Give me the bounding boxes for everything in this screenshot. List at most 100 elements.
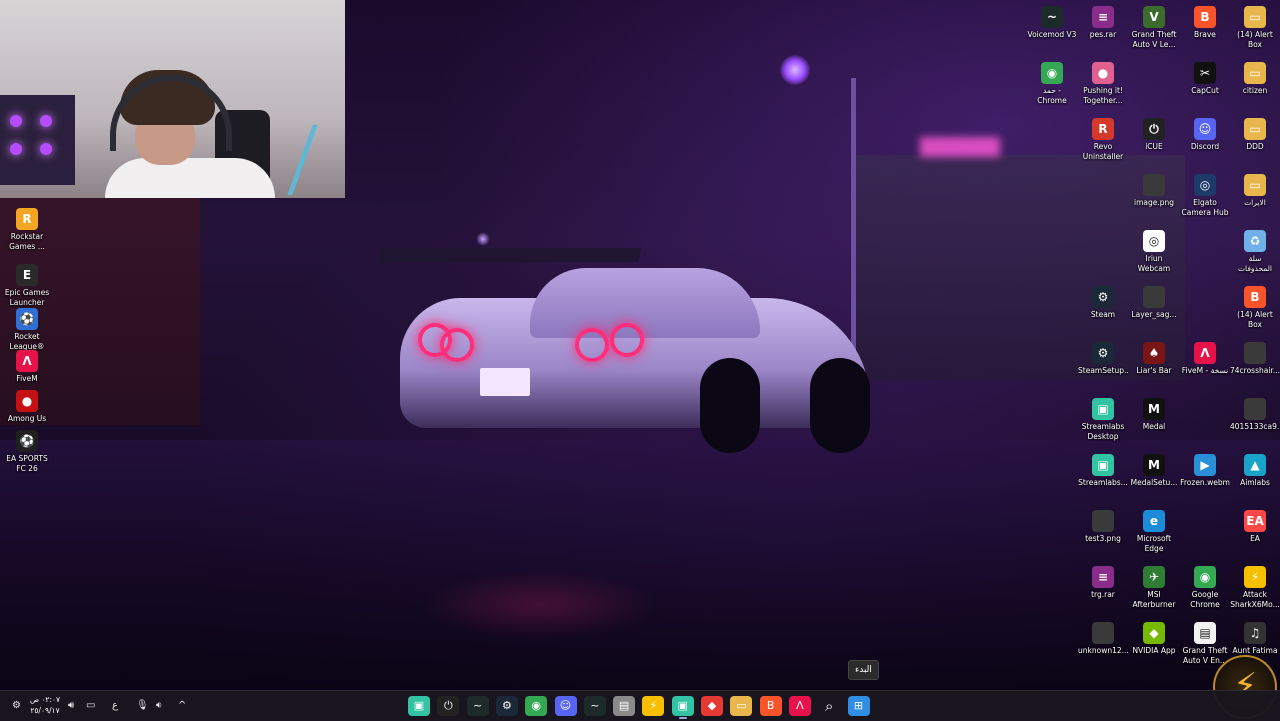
steam-icon[interactable]: ⚙ bbox=[495, 696, 518, 716]
attack-shark-icon: ⚡ bbox=[1244, 566, 1266, 588]
desktop-icon[interactable]: ▣ Streamlabs... bbox=[1078, 454, 1128, 488]
speaker-icon[interactable]: 🔉︎ bbox=[156, 698, 162, 714]
desktop-icon[interactable]: 74crosshair... bbox=[1230, 342, 1280, 376]
desktop-icon-label: Revo Uninstaller bbox=[1082, 142, 1124, 161]
desktop-icon[interactable]: R Rockstar Games ... bbox=[2, 208, 52, 252]
brave-icon[interactable]: B bbox=[759, 696, 782, 716]
show-hidden-icons-chevron-icon[interactable]: ^ bbox=[178, 698, 186, 714]
file-icon bbox=[1244, 342, 1266, 364]
desktop-icon[interactable]: image.png bbox=[1129, 174, 1179, 208]
windows-start-icon[interactable]: ⊞ bbox=[847, 696, 870, 716]
desktop-icon[interactable]: test3.png bbox=[1078, 510, 1128, 544]
desktop-icon[interactable]: V Grand Theft Auto V Le... bbox=[1129, 6, 1179, 50]
desktop-icon[interactable]: ⏻ iCUE bbox=[1129, 118, 1179, 152]
steam-icon: ⚙ bbox=[1092, 286, 1114, 308]
attack-shark-icon[interactable]: ⚡ bbox=[642, 696, 665, 716]
network-icon[interactable]: ▭ bbox=[86, 698, 95, 714]
language-indicator[interactable]: ع bbox=[112, 698, 118, 714]
desktop-icon[interactable]: ▶ Frozen.webm bbox=[1180, 454, 1230, 488]
fivem-icon[interactable]: Λ bbox=[788, 696, 811, 716]
file-icon bbox=[1092, 622, 1114, 644]
streamlabs-icon[interactable]: ▣ bbox=[671, 696, 694, 719]
desktop-icon[interactable]: ⚽ EA SPORTS FC 26 bbox=[2, 430, 52, 474]
desktop-icon-label: Grand Theft Auto V Le... bbox=[1131, 30, 1177, 49]
discord-icon[interactable]: ☺ bbox=[554, 696, 577, 716]
desktop-icon[interactable]: R Revo Uninstaller bbox=[1078, 118, 1128, 162]
desktop-icon[interactable]: ▣ Streamlabs Desktop bbox=[1078, 398, 1128, 442]
desktop-icon[interactable]: B Brave bbox=[1180, 6, 1230, 40]
search-icon[interactable]: ⌕ bbox=[818, 696, 840, 716]
desktop-icon-label: Medal bbox=[1142, 422, 1166, 431]
red-app-icon[interactable]: ◆ bbox=[701, 696, 723, 716]
desktop-icon[interactable]: ≡ pes.rar bbox=[1078, 6, 1128, 40]
desktop-icon-label: Aimlabs bbox=[1240, 478, 1270, 487]
desktop-icon[interactable]: ▤ Grand Theft Auto V En... bbox=[1180, 622, 1230, 666]
desktop-icon[interactable]: B (14) Alert Box _ Streamlab... bbox=[1230, 286, 1280, 330]
settings-gear-icon[interactable]: ⚙ bbox=[12, 698, 21, 714]
desktop-icon-label: Discord bbox=[1190, 142, 1220, 151]
desktop-icon-label: Elgato Camera Hub bbox=[1181, 198, 1229, 217]
aimlabs-icon: ▲ bbox=[1244, 454, 1266, 476]
icue-icon[interactable]: ⏻ bbox=[437, 696, 460, 716]
desktop-icon[interactable]: Λ FiveM - نسخة bbox=[1180, 342, 1230, 376]
liars-bar-icon: ♠ bbox=[1143, 342, 1165, 364]
voicemod-icon[interactable]: ~ bbox=[466, 696, 489, 716]
start-tooltip: البدء bbox=[848, 660, 879, 680]
desktop-icon[interactable]: EA EA bbox=[1230, 510, 1280, 544]
desktop-icon[interactable]: ☺ Discord bbox=[1180, 118, 1230, 152]
microphone-icon[interactable]: 🎙︎ bbox=[136, 698, 149, 714]
desktop-icon[interactable]: E Epic Games Launcher bbox=[2, 264, 52, 308]
wallpaper-car bbox=[378, 248, 870, 458]
desktop-icon[interactable]: ◆ NVIDIA App bbox=[1129, 622, 1179, 656]
notepad-icon[interactable]: ▤ bbox=[613, 696, 636, 716]
desktop-icon-label: EA SPORTS FC 26 bbox=[6, 454, 48, 473]
volume-icon[interactable]: 🔊︎ bbox=[68, 698, 74, 714]
desktop-icon[interactable]: ◎ Iriun Webcam bbox=[1129, 230, 1179, 274]
desktop-icon[interactable]: ⚽ Rocket League® bbox=[2, 308, 52, 352]
desktop-icon[interactable]: ✈ MSI Afterburner bbox=[1129, 566, 1179, 610]
desktop-icon[interactable]: ⚙ SteamSetup... bbox=[1078, 342, 1128, 376]
desktop-icon[interactable]: ▭ DDD bbox=[1230, 118, 1280, 152]
webcam-rgb-pc bbox=[0, 95, 75, 185]
desktop-icon[interactable]: ⚙ Steam bbox=[1078, 286, 1128, 320]
desktop-icon[interactable]: ● Pushing it! Together... bbox=[1078, 62, 1128, 106]
desktop-icon-label: Pushing it! Together... bbox=[1083, 86, 1123, 105]
streamlabs-icon[interactable]: ▣ bbox=[408, 696, 430, 716]
desktop-icon[interactable]: ◎ Elgato Camera Hub bbox=[1180, 174, 1230, 218]
desktop-icon[interactable]: ● Among Us bbox=[2, 390, 52, 424]
desktop-icon[interactable]: ◉ Google Chrome bbox=[1180, 566, 1230, 610]
desktop-icon[interactable]: ◉ حمد - Chrome bbox=[1027, 62, 1077, 106]
desktop-icon[interactable]: M Medal bbox=[1129, 398, 1179, 432]
taskbar-clock[interactable]: ٠٢:٠٧ ص ٢٥/٠٩/١٧ bbox=[28, 694, 62, 716]
desktop-icon-label: SteamSetup... bbox=[1078, 366, 1128, 375]
desktop-icon-label: Iriun Webcam bbox=[1137, 254, 1171, 273]
desktop-icon[interactable]: unknown12... bbox=[1078, 622, 1128, 656]
desktop-icon[interactable]: ▭ citizen bbox=[1230, 62, 1280, 96]
desktop-icon[interactable]: 4015133ca9... bbox=[1230, 398, 1280, 432]
desktop-icon[interactable]: ▭ الايرات bbox=[1230, 174, 1280, 208]
desktop-icon[interactable]: ✂ CapCut bbox=[1180, 62, 1230, 96]
among-us-icon: ● bbox=[16, 390, 38, 412]
voicemod-icon[interactable]: ~ bbox=[583, 696, 606, 716]
desktop-icon[interactable]: ♠ Liar's Bar bbox=[1129, 342, 1179, 376]
chrome-icon[interactable]: ◉ bbox=[525, 696, 548, 716]
folder-icon[interactable]: ▭ bbox=[730, 696, 753, 716]
desktop-icon[interactable]: ▲ Aimlabs bbox=[1230, 454, 1280, 488]
desktop-icon[interactable]: ~ Voicemod V3 bbox=[1027, 6, 1077, 40]
clock-time: ٠٢:٠٧ ص bbox=[29, 695, 61, 704]
desktop-icon[interactable]: e Microsoft Edge bbox=[1129, 510, 1179, 554]
desktop-icon[interactable]: ≡ trg.rar bbox=[1078, 566, 1128, 600]
car-license-plate bbox=[480, 368, 530, 396]
desktop-icon-label: Streamlabs Desktop bbox=[1081, 422, 1125, 441]
desktop-icon[interactable]: Λ FiveM bbox=[2, 350, 52, 384]
elgato-icon: ◎ bbox=[1194, 174, 1216, 196]
desktop-icon[interactable]: ⚡ Attack SharkX6Mo... bbox=[1230, 566, 1280, 610]
streamlabs-icon: ▣ bbox=[1092, 454, 1114, 476]
desktop-icon[interactable]: M MedalSetu... bbox=[1129, 454, 1179, 488]
desktop-icon[interactable]: Layer_sag... bbox=[1129, 286, 1179, 320]
desktop-icon[interactable]: ♻ سلة المحذوفات bbox=[1230, 230, 1280, 274]
desktop-icon-label: Google Chrome bbox=[1190, 590, 1220, 609]
recycle-bin-icon: ♻ bbox=[1244, 230, 1266, 252]
desktop-icon-label: سلة المحذوفات bbox=[1237, 254, 1273, 273]
desktop-icon[interactable]: ▭ (14) Alert Box _ Streamlab... bbox=[1230, 6, 1280, 50]
